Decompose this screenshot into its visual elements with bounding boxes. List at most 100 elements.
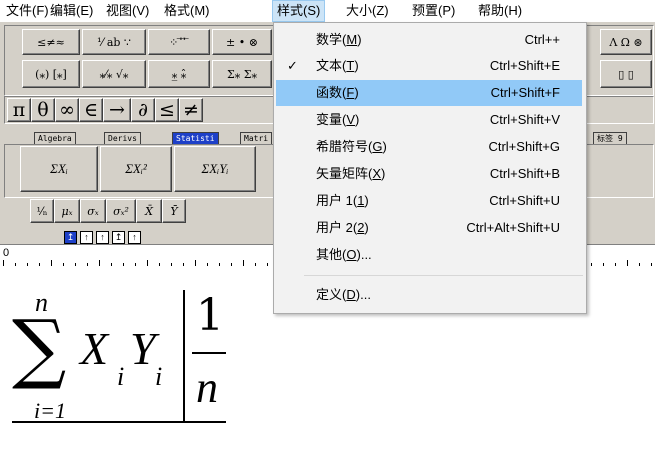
- ruler-tick: [159, 263, 160, 266]
- menu-item-greek-shortcut: Ctrl+Shift+G: [488, 139, 560, 154]
- ruler-tick: [651, 263, 652, 266]
- ruler-tick: [267, 263, 268, 266]
- ruler-tick: [51, 260, 52, 266]
- menu-item-other-label: 其他: [316, 247, 343, 262]
- menu-item-math-shortcut: Ctrl++: [524, 32, 560, 47]
- menu-format[interactable]: 格式(M): [160, 0, 214, 22]
- menu-item-greek-key: G: [372, 139, 383, 154]
- ruler-tick: [195, 260, 196, 266]
- small-toolbar-button[interactable]: ↑: [96, 231, 109, 244]
- summation-palette-button[interactable]: Σ⁎ Σ⁎: [212, 60, 272, 88]
- menu-bar: 文件(F) 编辑(E) 视图(V) 格式(M) 样式(S) 大小(Z) 预置(P…: [0, 0, 655, 22]
- menu-item-function-key: F: [346, 85, 355, 100]
- ruler-tick: [15, 263, 16, 266]
- menu-item-text-key: T: [346, 58, 355, 73]
- menu-edit[interactable]: 编辑(E): [46, 0, 97, 22]
- sum-x-label: ΣXᵢ: [50, 161, 68, 176]
- menu-preset[interactable]: 预置(P): [408, 0, 459, 22]
- menu-item-other[interactable]: 其他(O)...: [276, 242, 582, 268]
- menu-separator: [304, 275, 583, 276]
- ruler-tick: [123, 263, 124, 266]
- embellishments-palette-button[interactable]: ⁘ ⃗ ⃡ ⃖: [148, 29, 210, 55]
- sum-x-template-button[interactable]: ΣXᵢ: [20, 146, 98, 192]
- menu-item-math-key: M: [346, 32, 358, 47]
- ruler-tick: [639, 263, 640, 266]
- ruler-tick: [243, 260, 244, 266]
- menu-item-function-label: 函数: [316, 85, 343, 100]
- menu-item-user-2-key: 2: [357, 220, 365, 235]
- ruler-tick: [231, 263, 232, 266]
- small-toolbar-button[interactable]: ↥: [64, 231, 77, 244]
- menu-item-user-1[interactable]: 用户 1(1) Ctrl+Shift+U: [276, 188, 582, 214]
- menu-item-user-2-label: 用户 2: [316, 220, 353, 235]
- sum-x-squared-template-button[interactable]: ΣXᵢ²: [100, 146, 172, 192]
- ruler-tick: [591, 263, 592, 266]
- menu-item-variable-key: V: [346, 112, 356, 127]
- matrix-palette-button[interactable]: ▯ ▯: [600, 60, 652, 88]
- sigma-x-button[interactable]: σₓ: [80, 199, 106, 223]
- menu-item-variable-label: 变量: [316, 112, 343, 127]
- menu-style[interactable]: 样式(S): [272, 0, 326, 22]
- variable-x: X: [80, 323, 109, 374]
- style-menu-dropdown: 数学(M) Ctrl++ ✓ 文本(T) Ctrl+Shift+E 函数(F) …: [273, 22, 587, 314]
- small-toolbar-button[interactable]: ↑: [128, 231, 141, 244]
- menu-item-greek-label: 希腊符号: [316, 139, 369, 154]
- ruler-tick: [207, 263, 208, 266]
- menu-item-greek[interactable]: 希腊符号(G) Ctrl+Shift+G: [276, 134, 582, 160]
- menu-item-text[interactable]: ✓ 文本(T) Ctrl+Shift+E: [276, 53, 582, 79]
- small-toolbar-button[interactable]: ↥: [112, 231, 125, 244]
- menu-item-math-label: 数学: [316, 32, 343, 47]
- menu-item-vector-matrix[interactable]: 矢量矩阵(X) Ctrl+Shift+B: [276, 161, 582, 187]
- ruler-tick: [75, 263, 76, 266]
- fences-palette-button[interactable]: (⁎) [⁎]: [22, 60, 80, 88]
- element-of-button[interactable]: ∈: [79, 98, 103, 122]
- menu-help[interactable]: 帮助(H): [474, 0, 526, 22]
- menu-item-math[interactable]: 数学(M) Ctrl++: [276, 27, 582, 53]
- menu-item-variable[interactable]: 变量(V) Ctrl+Shift+V: [276, 107, 582, 133]
- menu-item-vector-matrix-key: X: [372, 166, 382, 181]
- ruler-tick: [3, 260, 4, 266]
- subscript-palette-button[interactable]: ⁎̲ ⁎̂: [148, 60, 210, 88]
- menu-item-function[interactable]: 函数(F) Ctrl+Shift+F: [276, 80, 582, 106]
- menu-item-text-label: 文本: [316, 58, 343, 73]
- x-bar-button[interactable]: X̄: [136, 199, 162, 223]
- partial-button[interactable]: ∂: [131, 98, 155, 122]
- not-equal-button[interactable]: ≠: [179, 98, 203, 122]
- sum-xy-template-button[interactable]: ΣXᵢYᵢ: [174, 146, 256, 192]
- ruler-zero-label: 0: [3, 247, 10, 259]
- menu-item-define[interactable]: 定义(D)...: [276, 282, 582, 308]
- summation-symbol: ∑: [12, 303, 67, 392]
- one-over-n-button[interactable]: ¹⁄ₙ: [30, 199, 54, 223]
- greek-upper-palette-button[interactable]: Λ Ω ⊛: [600, 29, 652, 55]
- pi-button[interactable]: π: [7, 98, 31, 122]
- fraction-numerator: 1: [196, 290, 224, 341]
- ruler-tick: [219, 263, 220, 266]
- y-bar-button[interactable]: Ȳ: [162, 199, 186, 223]
- infinity-button[interactable]: ∞: [55, 98, 79, 122]
- spaces-palette-button[interactable]: ⅟ ab ∵: [82, 29, 146, 55]
- menu-item-user-1-key: 1: [357, 193, 365, 208]
- sum-x-squared-label: ΣXᵢ²: [125, 161, 147, 176]
- relations-palette-button[interactable]: ≤≠≈: [22, 29, 80, 55]
- fraction-radical-palette-button[interactable]: ⁎⁄⁎ √⁎: [82, 60, 146, 88]
- ruler-tick: [99, 260, 100, 266]
- fraction-bar: [192, 352, 226, 354]
- left-bracket-bar: [183, 290, 185, 422]
- menu-item-define-key: D: [346, 287, 356, 302]
- menu-size[interactable]: 大小(Z): [342, 0, 393, 22]
- mu-x-button[interactable]: μₓ: [54, 199, 80, 223]
- small-toolbar-button[interactable]: ↑: [80, 231, 93, 244]
- operators-palette-button[interactable]: ± • ⊗: [212, 29, 272, 55]
- sigma-x-squared-button[interactable]: σₓ²: [106, 199, 136, 223]
- menu-item-vector-matrix-shortcut: Ctrl+Shift+B: [489, 166, 560, 181]
- right-arrow-button[interactable]: →: [103, 98, 131, 122]
- theta-button[interactable]: θ: [31, 98, 55, 122]
- ruler-tick: [147, 260, 148, 266]
- ruler-tick: [87, 263, 88, 266]
- subscript-i: i: [117, 362, 125, 391]
- menu-item-user-1-shortcut: Ctrl+Shift+U: [489, 193, 560, 208]
- less-equal-button[interactable]: ≤: [155, 98, 179, 122]
- ruler-tick: [183, 263, 184, 266]
- menu-view[interactable]: 视图(V): [102, 0, 153, 22]
- menu-item-user-2[interactable]: 用户 2(2) Ctrl+Alt+Shift+U: [276, 215, 582, 241]
